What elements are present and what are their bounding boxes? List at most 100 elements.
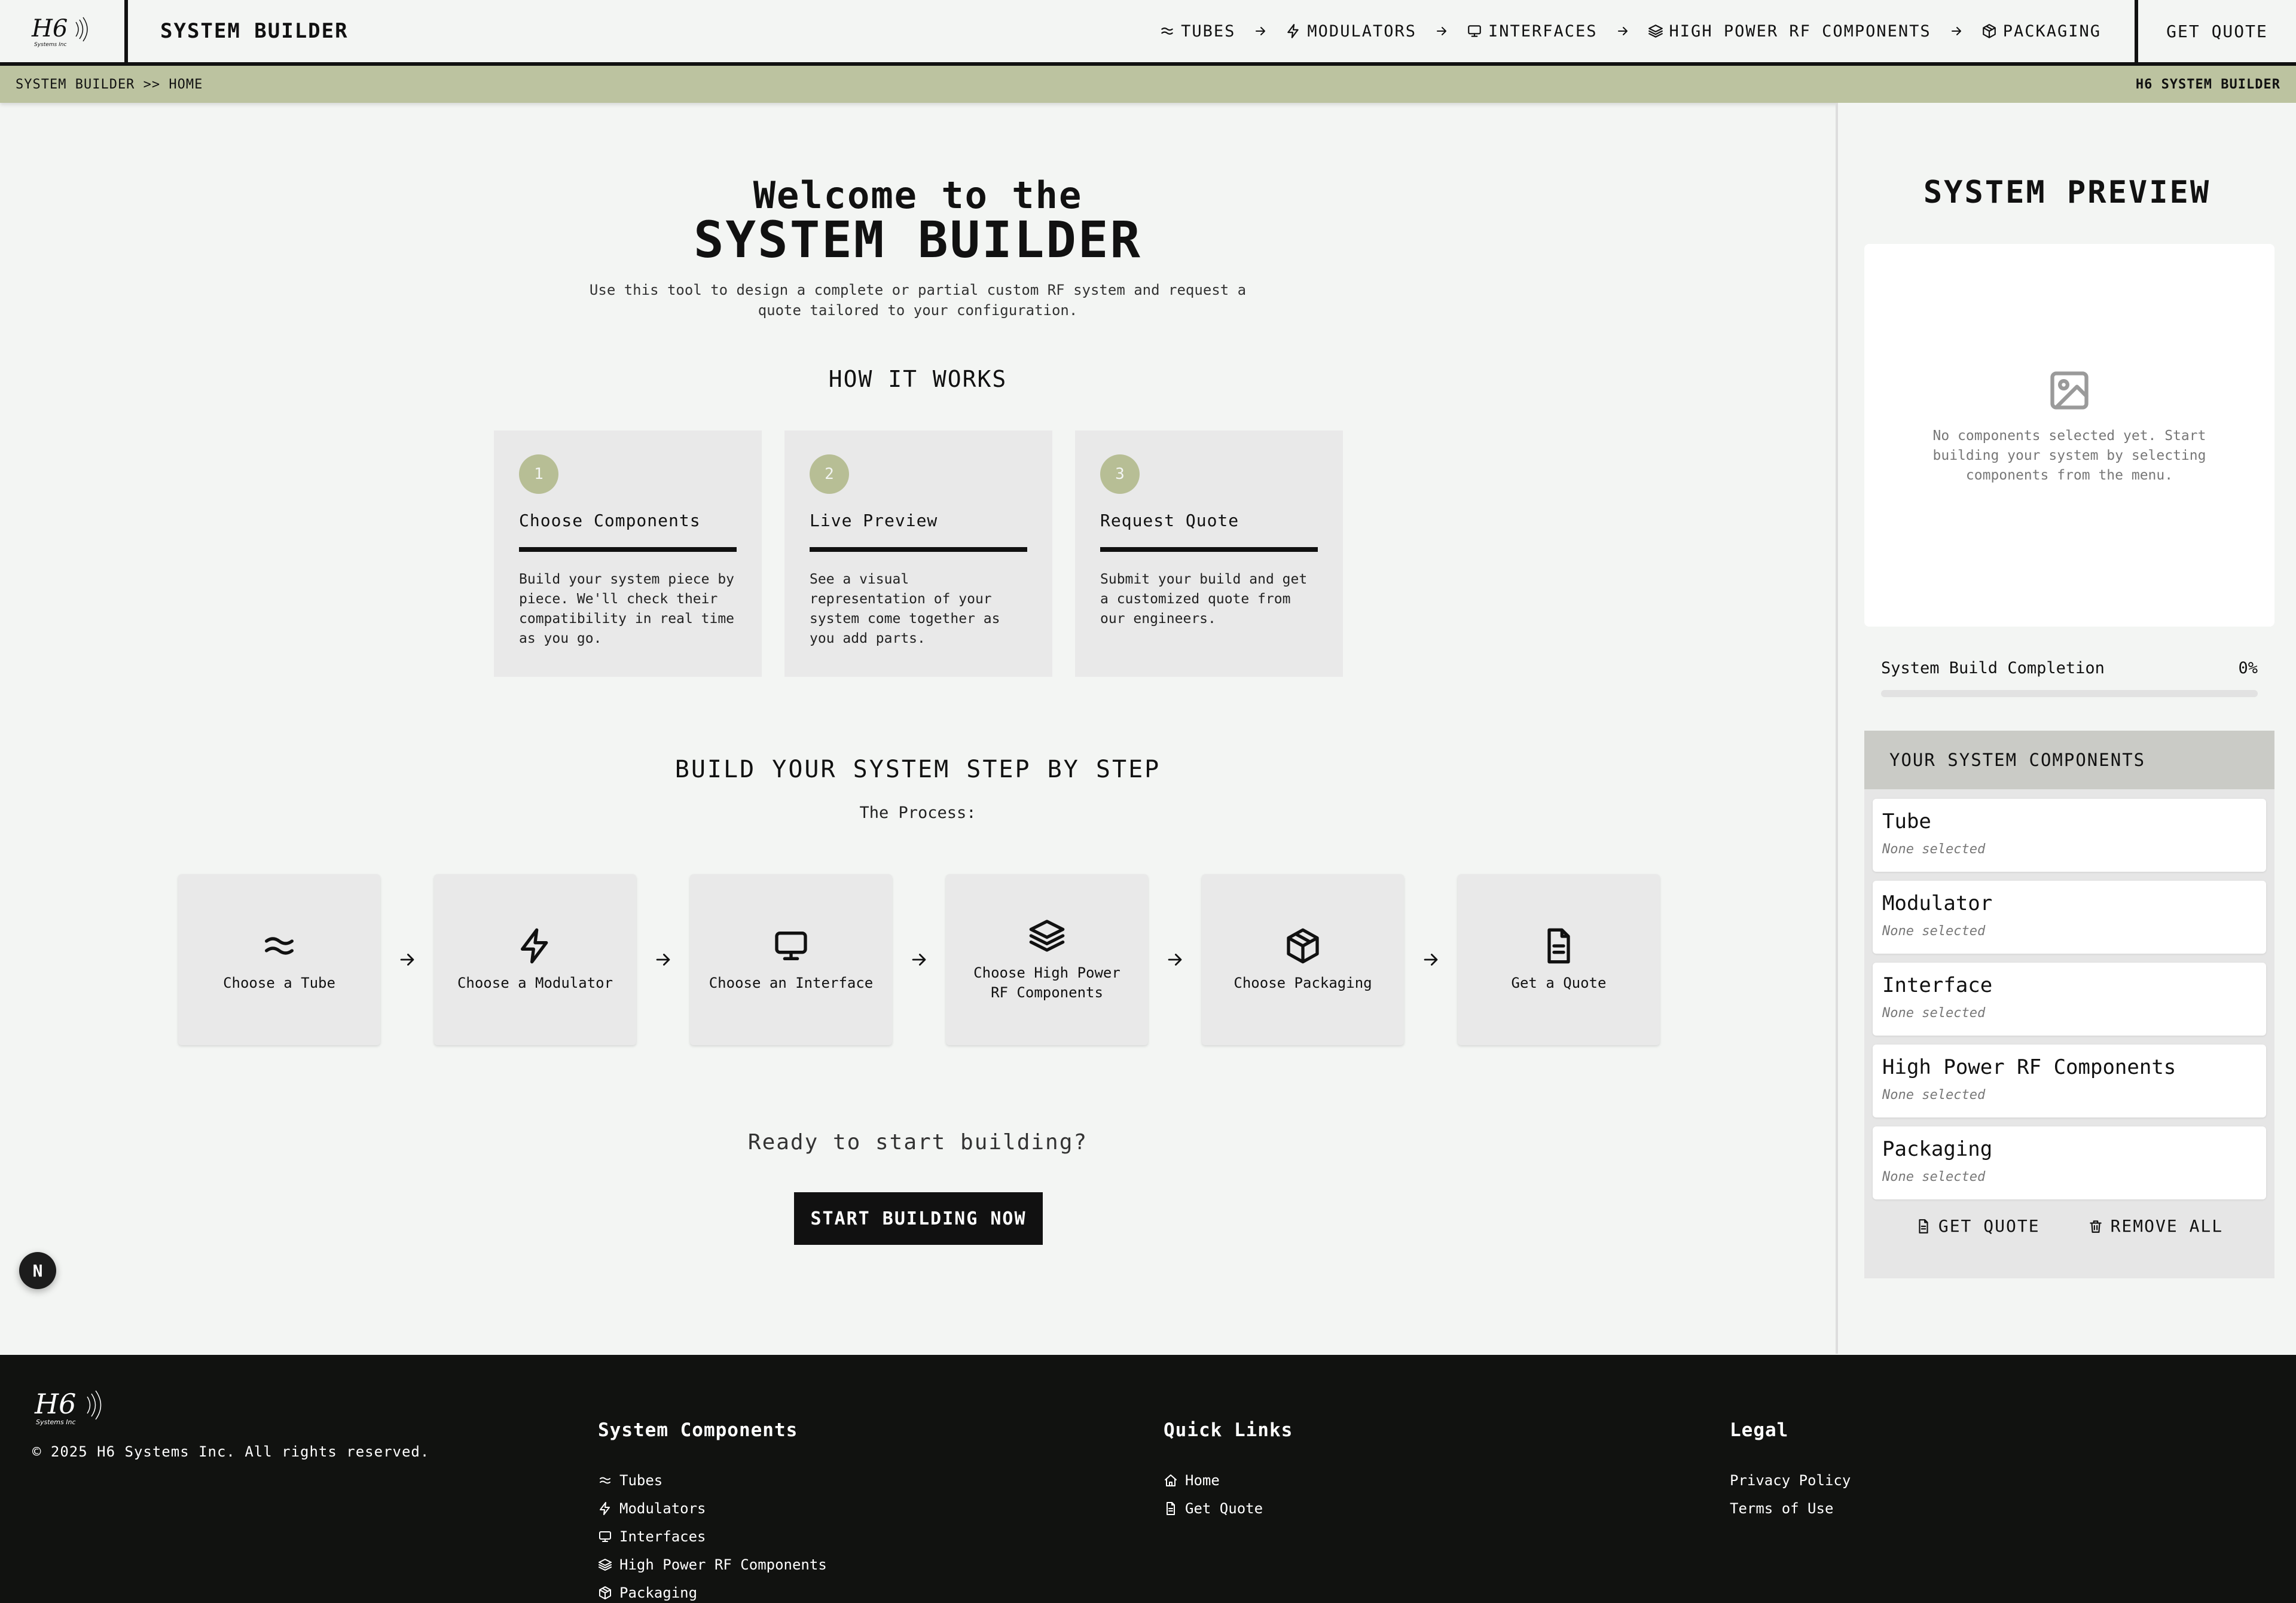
footer-link-label: Tubes: [619, 1471, 663, 1489]
components-panel: YOUR SYSTEM COMPONENTS Tube None selecte…: [1864, 731, 2274, 1278]
monitor-icon: [775, 931, 807, 960]
arrow-right-icon: [656, 954, 670, 966]
step-choose-interface[interactable]: Choose an Interface: [690, 874, 892, 1045]
footer-heading: System Components: [598, 1419, 798, 1441]
component-name: Interface: [1882, 973, 1993, 997]
button-label: REMOVE ALL: [2110, 1216, 2224, 1236]
logo[interactable]: H6 Systems Inc: [0, 0, 128, 62]
zap-icon: [600, 1501, 610, 1515]
breadcrumb[interactable]: SYSTEM BUILDER >> HOME: [16, 77, 203, 92]
component-card-modulator[interactable]: Modulator None selected: [1873, 881, 2266, 954]
arrow-right-icon: [400, 954, 414, 966]
how-card-text: Submit your build and get a customized q…: [1100, 572, 1308, 627]
arrow-right-icon: [1951, 27, 1961, 35]
step-choose-modulator[interactable]: Choose a Modulator: [434, 874, 636, 1045]
arrow-right-icon: [912, 954, 926, 966]
footer-link-privacy[interactable]: Privacy Policy: [1730, 1466, 1851, 1494]
nav-modulators[interactable]: MODULATORS: [1286, 22, 1416, 41]
process-label: The Process:: [859, 804, 976, 822]
nav-label: TUBES: [1181, 22, 1236, 41]
step-number-badge: 3: [1100, 454, 1140, 494]
step-arrow: [636, 949, 690, 970]
home-icon: [1165, 1474, 1177, 1486]
completion-progress-bar: [1881, 690, 2258, 697]
component-status: None selected: [1882, 1170, 1986, 1184]
how-card: 1 Choose Components Build your system pi…: [494, 430, 762, 677]
how-card-title: Request Quote: [1100, 511, 1239, 530]
svg-text:H6: H6: [34, 1388, 76, 1420]
nav-high-power-rf[interactable]: HIGH POWER RF COMPONENTS: [1648, 22, 1931, 41]
step-choose-high-power-rf[interactable]: Choose High Power RF Components: [946, 874, 1148, 1045]
completion-label: System Build Completion: [1881, 659, 2105, 677]
step-choose-packaging[interactable]: Choose Packaging: [1202, 874, 1404, 1045]
footer-link-modulators[interactable]: Modulators: [598, 1494, 827, 1522]
footer-link-terms[interactable]: Terms of Use: [1730, 1494, 1851, 1522]
component-card-high-power-rf[interactable]: High Power RF Components None selected: [1873, 1045, 2266, 1117]
welcome-heading-line2: SYSTEM BUILDER: [693, 210, 1142, 269]
footer-heading: Legal: [1730, 1419, 1789, 1441]
footer-col-legal: Legal Privacy Policy Terms of Use: [1730, 1386, 1851, 1522]
preview-area: No components selected yet. Start buildi…: [1864, 244, 2274, 627]
step-number-badge: 1: [519, 454, 558, 494]
footer-link-packaging[interactable]: Packaging: [598, 1578, 827, 1603]
layers-icon: [1648, 25, 1663, 38]
step-label: Choose a Tube: [223, 974, 335, 991]
box-icon: [1287, 928, 1319, 963]
footer-link-label: Get Quote: [1185, 1500, 1263, 1517]
arrow-right-icon: [1168, 954, 1182, 966]
how-card: 3 Request Quote Submit your build and ge…: [1075, 430, 1343, 677]
component-card-tube[interactable]: Tube None selected: [1873, 799, 2266, 872]
component-name: Packaging: [1882, 1137, 1993, 1161]
footer-link-home[interactable]: Home: [1164, 1466, 1293, 1494]
footer-link-get-quote[interactable]: Get Quote: [1164, 1494, 1293, 1522]
remove-all-button[interactable]: REMOVE ALL: [2088, 1216, 2224, 1236]
arrow-right-icon: [1436, 27, 1446, 35]
footer-link-tubes[interactable]: Tubes: [598, 1466, 827, 1494]
component-card-packaging[interactable]: Packaging None selected: [1873, 1126, 2266, 1199]
footer-link-label: Packaging: [619, 1584, 698, 1601]
step-choose-tube[interactable]: Choose a Tube: [178, 874, 380, 1045]
footer-link-label: Terms of Use: [1730, 1500, 1834, 1517]
nav-label: MODULATORS: [1307, 22, 1416, 41]
dev-badge[interactable]: N: [19, 1252, 56, 1289]
step-label: Choose High Power RF Components: [973, 964, 1120, 1001]
nav-tubes[interactable]: TUBES: [1159, 22, 1235, 41]
image-placeholder-icon: [2050, 371, 2089, 410]
footer-col-quick-links: Quick Links Home Get Quote: [1164, 1386, 1293, 1522]
component-name: Modulator: [1882, 891, 1993, 915]
zap-icon: [1287, 24, 1299, 38]
breadcrumb-bar: SYSTEM BUILDER >> HOME H6 SYSTEM BUILDER: [0, 66, 2296, 103]
footer-link-high-power-rf[interactable]: High Power RF Components: [598, 1550, 827, 1578]
nav-label: HIGH POWER RF COMPONENTS: [1669, 22, 1931, 41]
footer-link-label: Modulators: [619, 1500, 706, 1517]
components-actions: GET QUOTE REMOVE ALL: [1864, 1216, 2274, 1236]
component-status: None selected: [1882, 924, 1986, 939]
arrow-right-icon: [1256, 27, 1266, 35]
components-title: YOUR SYSTEM COMPONENTS: [1864, 731, 2274, 789]
components-list: Tube None selected Modulator None select…: [1864, 789, 2274, 1199]
completion-row: System Build Completion 0%: [1881, 659, 2258, 677]
nav-packaging[interactable]: PACKAGING: [1981, 22, 2101, 41]
start-building-button[interactable]: START BUILDING NOW: [794, 1192, 1043, 1245]
footer-link-label: Interfaces: [619, 1528, 706, 1545]
how-card: 2 Live Preview See a visual representati…: [784, 430, 1052, 677]
zap-icon: [521, 928, 548, 963]
component-status: None selected: [1882, 1088, 1986, 1103]
monitor-icon: [1468, 25, 1481, 37]
footer-link-label: Privacy Policy: [1730, 1471, 1851, 1489]
divider: [810, 547, 1027, 552]
divider: [1100, 547, 1318, 552]
box-icon: [599, 1586, 611, 1599]
component-card-interface[interactable]: Interface None selected: [1873, 963, 2266, 1036]
h6-logo-icon[interactable]: H6 Systems Inc: [32, 1387, 110, 1429]
svg-text:Systems Inc: Systems Inc: [34, 42, 66, 48]
step-label: Choose Packaging: [1234, 974, 1372, 991]
step-get-quote[interactable]: Get a Quote: [1458, 874, 1660, 1045]
wave-icon: [600, 1477, 610, 1483]
header-get-quote-button[interactable]: GET QUOTE: [2135, 0, 2296, 62]
footer-link-interfaces[interactable]: Interfaces: [598, 1522, 827, 1550]
sidebar-get-quote-button[interactable]: GET QUOTE: [1916, 1216, 2040, 1236]
nav-interfaces[interactable]: INTERFACES: [1467, 22, 1598, 41]
svg-text:Systems Inc: Systems Inc: [36, 1418, 76, 1426]
nav-label: PACKAGING: [2002, 22, 2101, 41]
